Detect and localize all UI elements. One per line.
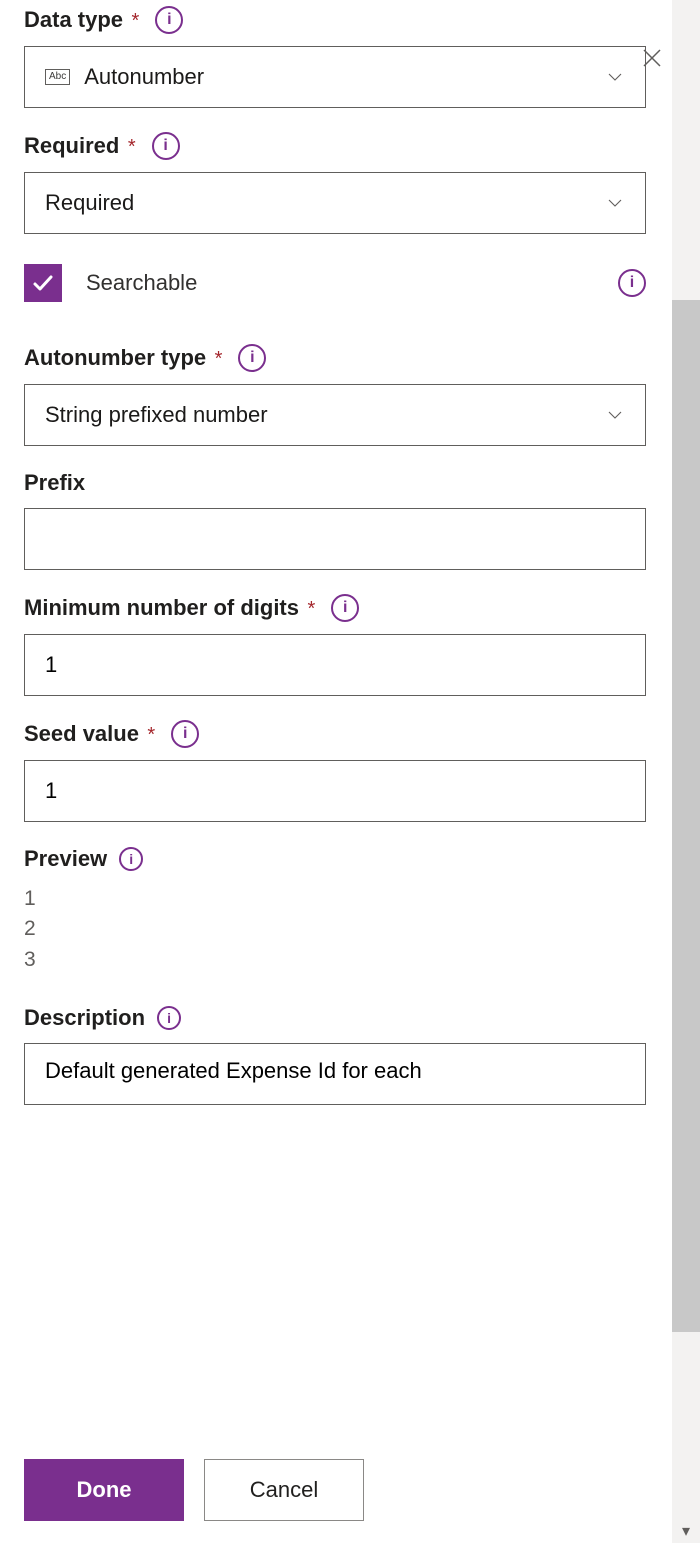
seed-input[interactable] <box>24 760 646 822</box>
data-type-select[interactable]: Abc Autonumber <box>24 46 646 108</box>
autonumber-type-label: Autonumber type <box>24 345 206 370</box>
close-button[interactable] <box>636 42 668 74</box>
required-indicator: * <box>132 10 140 32</box>
autonumber-type-select[interactable]: String prefixed number <box>24 384 646 446</box>
cancel-button[interactable]: Cancel <box>204 1459 364 1521</box>
min-digits-label: Minimum number of digits <box>24 595 299 620</box>
chevron-down-icon <box>605 67 625 87</box>
description-field: Description i <box>24 1005 646 1110</box>
column-properties-panel: Data type * i Abc Autonumber Re <box>0 0 670 1543</box>
scrollbar[interactable]: ▾ <box>672 0 700 1543</box>
searchable-row: Searchable i <box>24 264 646 302</box>
preview-item: 2 <box>24 914 646 944</box>
min-digits-field: Minimum number of digits * i <box>24 594 646 696</box>
chevron-down-icon <box>605 193 625 213</box>
seed-label: Seed value <box>24 721 139 746</box>
seed-field: Seed value * i <box>24 720 646 822</box>
searchable-label: Searchable <box>86 270 618 296</box>
done-button[interactable]: Done <box>24 1459 184 1521</box>
info-icon[interactable]: i <box>618 269 646 297</box>
preview-item: 1 <box>24 884 646 914</box>
info-icon[interactable]: i <box>331 594 359 622</box>
chevron-down-icon <box>605 405 625 425</box>
description-input[interactable] <box>24 1043 646 1105</box>
scrollbar-thumb[interactable] <box>672 300 700 1332</box>
required-indicator: * <box>128 136 136 158</box>
info-icon[interactable]: i <box>152 132 180 160</box>
preview-field: Preview i 1 2 3 <box>24 846 646 975</box>
preview-label: Preview <box>24 846 107 872</box>
info-icon[interactable]: i <box>119 847 143 871</box>
data-type-value: Autonumber <box>84 64 605 90</box>
prefix-field: Prefix <box>24 470 646 570</box>
required-indicator: * <box>307 598 315 620</box>
preview-item: 3 <box>24 945 646 975</box>
data-type-label: Data type <box>24 7 123 32</box>
description-label: Description <box>24 1005 145 1031</box>
autonumber-type-value: String prefixed number <box>45 402 605 428</box>
info-icon[interactable]: i <box>238 344 266 372</box>
info-icon[interactable]: i <box>171 720 199 748</box>
required-label: Required <box>24 133 119 158</box>
autonumber-type-field: Autonumber type * i String prefixed numb… <box>24 344 646 446</box>
abc-icon: Abc <box>45 69 70 85</box>
searchable-checkbox[interactable] <box>24 264 62 302</box>
required-indicator: * <box>215 348 223 370</box>
required-value: Required <box>45 190 605 216</box>
scrollbar-arrow-down-icon[interactable]: ▾ <box>672 1521 700 1541</box>
prefix-input[interactable] <box>24 508 646 570</box>
preview-list: 1 2 3 <box>24 884 646 975</box>
info-icon[interactable]: i <box>157 1006 181 1030</box>
required-select[interactable]: Required <box>24 172 646 234</box>
data-type-field: Data type * i Abc Autonumber <box>24 6 646 108</box>
required-indicator: * <box>147 724 155 746</box>
required-field: Required * i Required <box>24 132 646 234</box>
panel-footer: Done Cancel <box>0 1441 670 1543</box>
min-digits-input[interactable] <box>24 634 646 696</box>
prefix-label: Prefix <box>24 470 85 496</box>
info-icon[interactable]: i <box>155 6 183 34</box>
